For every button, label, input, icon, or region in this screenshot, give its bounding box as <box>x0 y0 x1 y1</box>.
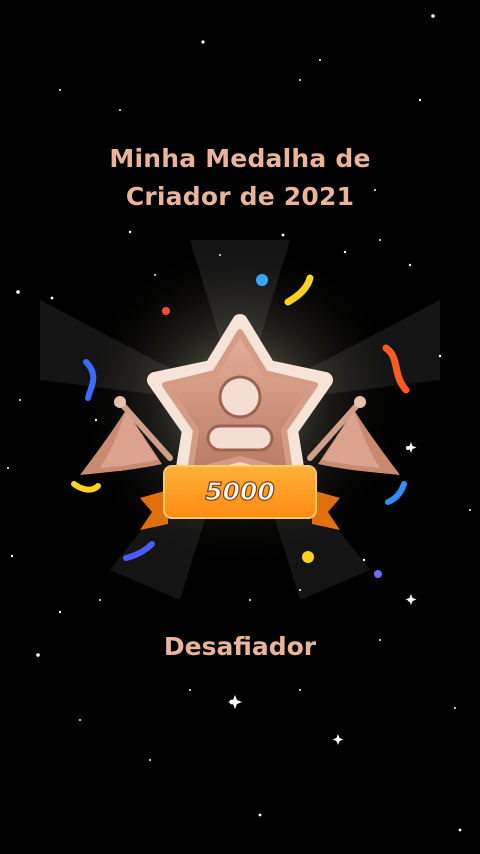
title-line-1: Minha Medalha de <box>109 144 371 173</box>
rank-label: Desafiador <box>163 632 317 661</box>
avatar-head-icon <box>218 375 262 419</box>
score-value: 5000 <box>205 477 275 506</box>
title-line-2: Criador de 2021 <box>125 182 355 211</box>
creator-medal-icon: 5000 <box>40 240 440 600</box>
medal-title: Minha Medalha de Criador de 2021 <box>0 140 480 216</box>
avatar-body-icon <box>206 424 274 452</box>
